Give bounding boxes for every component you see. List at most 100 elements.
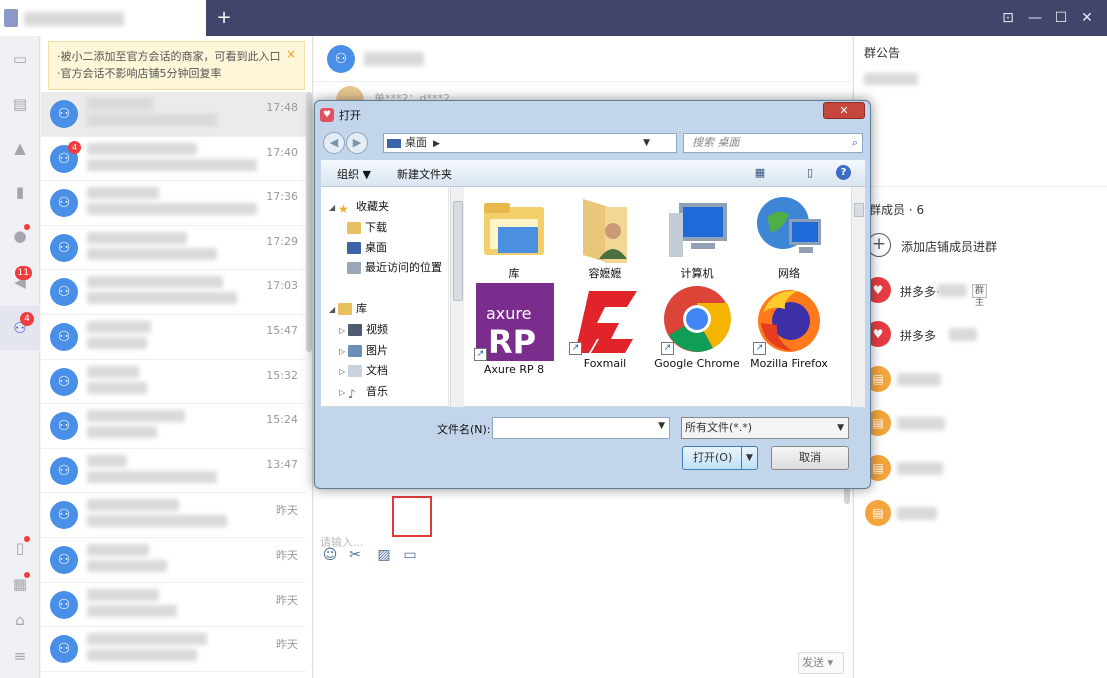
new-tab-button[interactable]: + (214, 6, 234, 30)
bar-chart-icon[interactable]: ▮ (8, 180, 32, 204)
preview-pane-icon[interactable]: ▯ (801, 164, 819, 182)
notice-close-icon[interactable]: × (286, 46, 296, 63)
open-label: 打开(O) (693, 451, 733, 464)
user-folder-icon (569, 193, 641, 265)
downloads-folder-icon (347, 222, 361, 234)
library-folder-icon (338, 303, 352, 315)
nav-downloads[interactable]: 下载 (347, 220, 387, 236)
address-bar[interactable]: 桌面▶ ▼ ↻ (383, 133, 739, 185)
files-scroll-thumb[interactable] (854, 203, 864, 217)
file-type-select[interactable]: 所有文件(*.*) ▼ (681, 417, 849, 439)
file-item-network[interactable]: 网络 (746, 193, 832, 281)
nav-desktop-label: 桌面 (365, 241, 387, 254)
file-item-libraries[interactable]: 库 (471, 193, 557, 281)
dialog-close-button[interactable]: ✕ (823, 102, 865, 119)
bag-icon[interactable]: ▲ (8, 136, 32, 160)
minimize-button[interactable]: — (1023, 6, 1047, 30)
conversation-time: 昨天 (276, 504, 298, 518)
view-options-icon[interactable]: ▦ ▾ (751, 164, 769, 197)
planet-icon[interactable]: ● (8, 224, 32, 248)
file-item-firefox[interactable]: ↗ Mozilla Firefox (746, 289, 832, 371)
svg-text:RP: RP (488, 323, 536, 361)
conversation-item[interactable]: ⚇ 17:29 (41, 226, 306, 271)
chat-bubble-icon[interactable]: ▭ (8, 47, 32, 71)
conversation-item[interactable]: ⚇ 17:48 (41, 92, 306, 137)
member-name: 拼多多· (900, 285, 940, 299)
active-tab[interactable] (0, 0, 206, 36)
forward-button[interactable]: ▶ (346, 132, 368, 154)
send-button[interactable]: 发送 ▾ (798, 652, 844, 674)
filename-dropdown-icon[interactable]: ▼ (658, 421, 665, 431)
files-scrollbar[interactable] (851, 187, 865, 407)
nav-music[interactable]: ▷ ♪ 音乐 (339, 384, 388, 401)
conversation-preview-redacted (87, 292, 237, 305)
file-item-foxmail[interactable]: ↗ Foxmail (562, 289, 648, 371)
cancel-button[interactable]: 取消 (771, 446, 849, 470)
conversation-item[interactable]: ⚇ 15:47 (41, 315, 306, 360)
apps-grid-icon[interactable]: ▦ (8, 572, 32, 596)
conversation-item[interactable]: ⚇ 昨天 (41, 538, 306, 583)
filename-input[interactable]: ▼ (492, 417, 670, 439)
chrome-icon: ↗ (661, 283, 733, 355)
image-icon[interactable]: ▨ (375, 546, 393, 564)
nav-pictures[interactable]: ▷ 图片 (339, 343, 388, 359)
message-input[interactable]: 请输入... (320, 534, 364, 550)
search-icon[interactable]: ⌕ (852, 134, 858, 152)
group-avatar-icon: ⚇ (50, 456, 78, 485)
shortcut-arrow-icon: ↗ (661, 342, 674, 355)
nav-videos[interactable]: ▷ 视频 (339, 322, 388, 338)
conversation-item[interactable]: ⚇ 13:47 (41, 449, 306, 494)
nav-libraries[interactable]: ◢ 库 (329, 301, 367, 317)
conversation-item[interactable]: ⚇ 昨天 (41, 627, 306, 672)
conversation-item[interactable]: ⚇ 15:32 (41, 360, 306, 405)
navigation-pane: ◢ ★ 收藏夹 下载 桌面 最近访问的位置 ◢ 库 ▷ 视频 ▷ 图片 ▷ 文档 ▷ ♪ 音乐 (321, 187, 449, 407)
open-split-arrow-icon[interactable]: ▼ (741, 447, 757, 469)
back-button[interactable]: ◀ (323, 132, 345, 154)
speaker-icon[interactable]: ◀ 11 (8, 266, 32, 294)
file-item-computer[interactable]: 计算机 (654, 193, 740, 281)
unread-dot (24, 536, 30, 542)
organize-menu[interactable]: 组织 ▼ (337, 166, 371, 182)
home-icon[interactable]: ⌂ (8, 608, 32, 632)
nav-downloads-label: 下载 (365, 221, 387, 234)
file-item-axure[interactable]: axure RP ↗ Axure RP 8 (471, 283, 557, 377)
nav-favorites[interactable]: ◢ ★ 收藏夹 (329, 199, 389, 216)
nav-scroll-thumb[interactable] (453, 201, 463, 301)
search-input[interactable]: 搜索 桌面 ⌕ (683, 133, 863, 153)
conversation-item[interactable]: ⚇ 昨天 (41, 583, 306, 628)
announcement-title: 群公告 (864, 46, 901, 60)
help-icon[interactable]: ? (836, 165, 851, 180)
breadcrumb-arrow-icon[interactable]: ▶ (433, 139, 440, 149)
file-type-value: 所有文件(*.*) (685, 421, 753, 434)
conversation-name-redacted (87, 98, 153, 110)
contacts-icon[interactable]: ⚇ 4 (0, 306, 40, 350)
file-type-dropdown-icon: ▼ (837, 423, 844, 433)
nav-documents[interactable]: ▷ 文档 (339, 363, 388, 379)
maximize-button[interactable]: ☐ (1049, 6, 1073, 30)
nav-scrollbar[interactable] (450, 187, 464, 407)
phone-icon[interactable]: ▯ (8, 536, 32, 560)
conversation-item[interactable]: ⚇ 昨天 (41, 493, 306, 538)
conversation-scrollbar[interactable] (306, 92, 312, 352)
nav-desktop[interactable]: 桌面 (347, 240, 387, 256)
address-dropdown-icon[interactable]: ▼ (643, 134, 650, 152)
conversation-name-redacted (87, 454, 127, 467)
file-item-chrome[interactable]: ↗ Google Chrome (654, 286, 740, 371)
document-icon[interactable]: ▤ (8, 92, 32, 116)
conversation-item[interactable]: ⚇ 17:03 (41, 270, 306, 315)
open-button[interactable]: 打开(O) ▼ (682, 446, 758, 470)
nav-recent[interactable]: 最近访问的位置 (347, 260, 442, 276)
menu-icon[interactable]: ≡ (8, 644, 32, 668)
close-button[interactable]: ✕ (1075, 6, 1099, 30)
nav-music-label: 音乐 (366, 385, 388, 398)
file-item-user[interactable]: 容嬷嬷 (562, 193, 648, 281)
conversation-item[interactable]: ⚇ 15:24 (41, 404, 306, 449)
search-placeholder: 搜索 桌面 (692, 136, 740, 149)
new-folder-button[interactable]: 新建文件夹 (397, 166, 452, 182)
folder-icon[interactable]: ▭ (401, 546, 419, 564)
conversation-item[interactable]: ⚇ 17:36 (41, 181, 306, 226)
file-label: 计算机 (680, 267, 714, 280)
pin-icon[interactable]: ⊡ (996, 6, 1020, 30)
conversation-item[interactable]: ⚇ 4 17:40 (41, 137, 306, 182)
document-library-icon (348, 365, 362, 377)
